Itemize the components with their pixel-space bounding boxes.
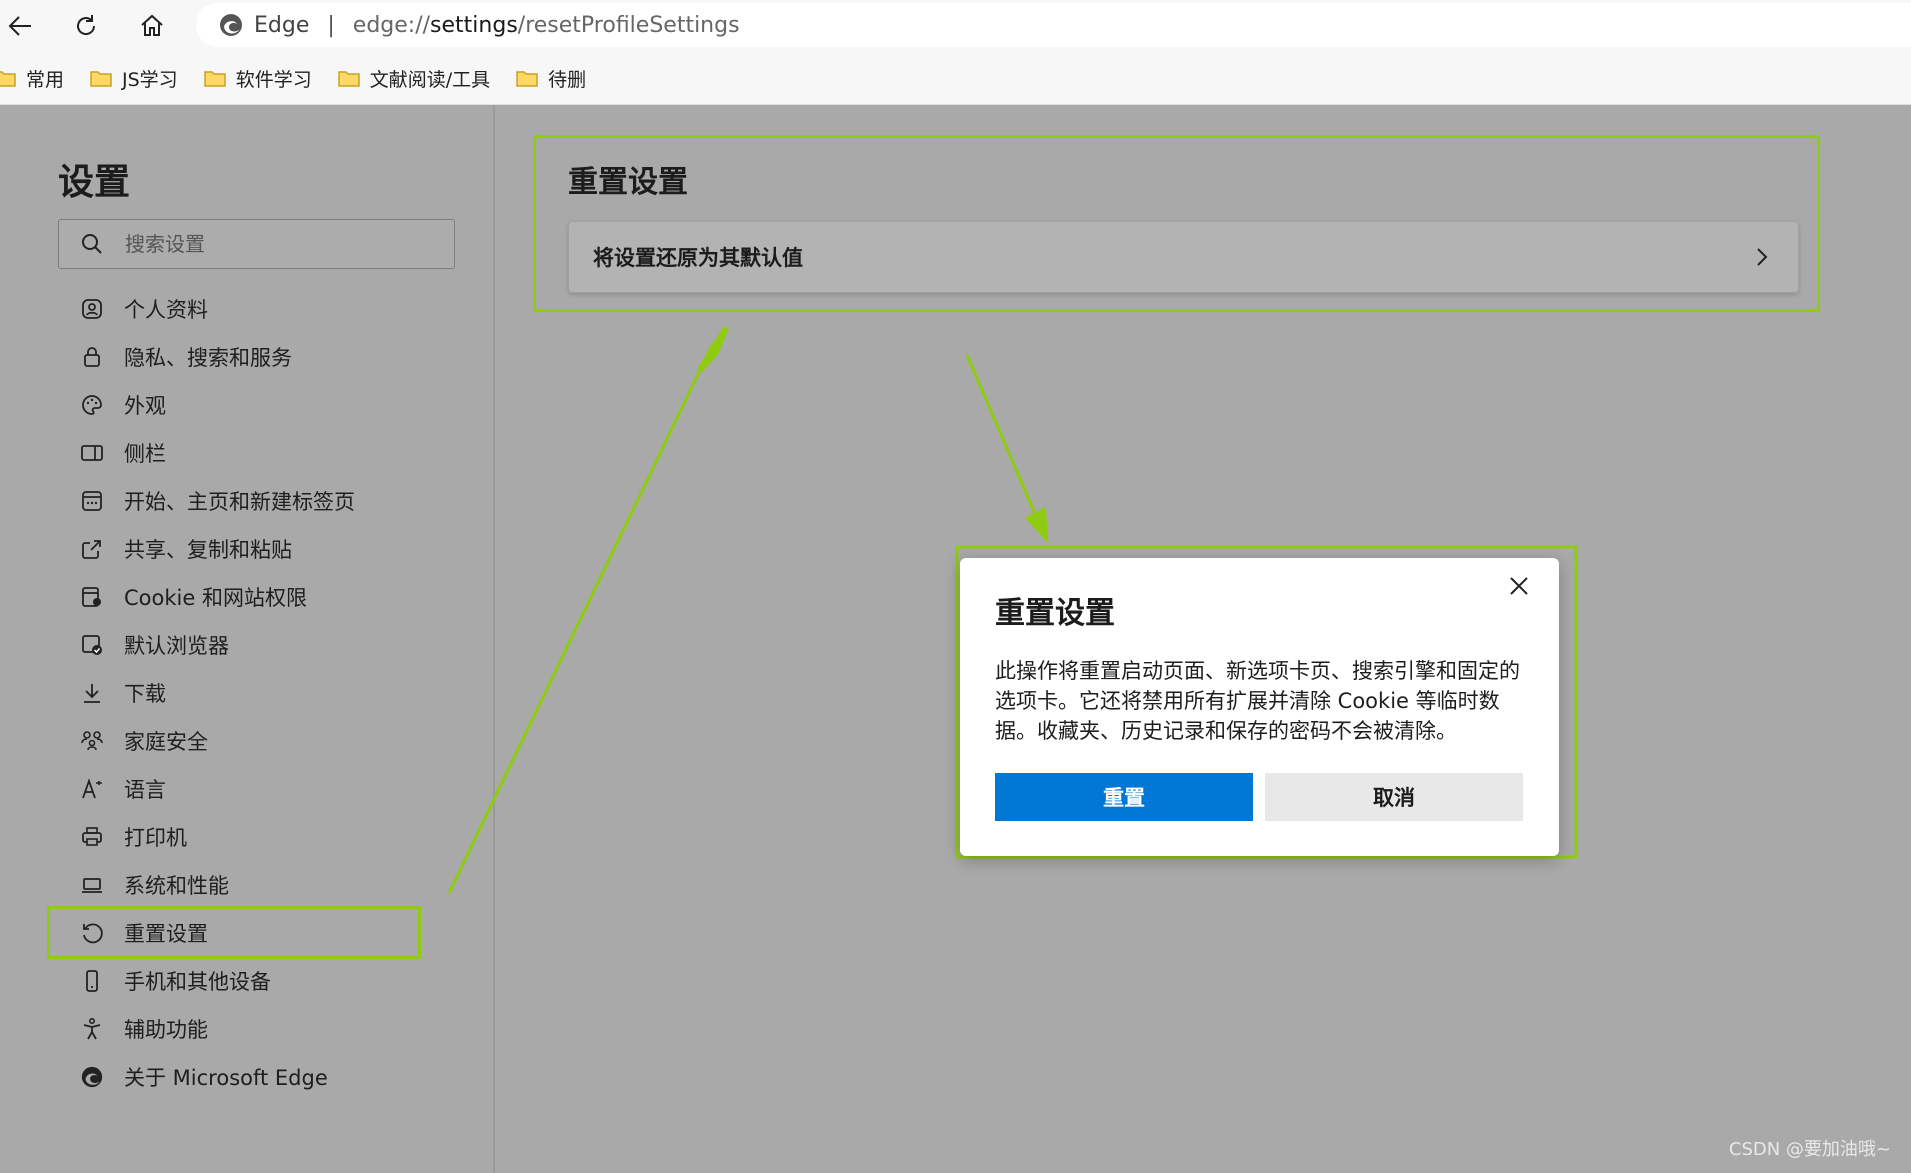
url-scheme: edge:// [352, 12, 431, 38]
sidebar-item-label: 语言 [124, 778, 166, 802]
favorite-label: JS学习 [122, 68, 178, 91]
close-icon [1510, 577, 1528, 595]
folder-icon [203, 71, 226, 87]
home-button[interactable] [134, 8, 170, 44]
favorite-folder[interactable]: 软件学习 [203, 65, 312, 92]
folder-icon [0, 71, 16, 87]
sidebar-item-label: 系统和性能 [124, 874, 229, 898]
refresh-button[interactable] [68, 8, 104, 44]
sidebar-item-label: 手机和其他设备 [124, 970, 271, 994]
favorite-label: 待删 [548, 68, 587, 91]
sidebar-item-profile[interactable]: 个人资料 [78, 289, 208, 329]
default-browser-icon [78, 631, 106, 659]
sidebar-item-system-performance[interactable]: 系统和性能 [78, 865, 229, 905]
edge-logo-icon [78, 1063, 106, 1091]
sidebar-item-label: 关于 Microsoft Edge [124, 1066, 328, 1090]
search-settings-box[interactable] [58, 219, 455, 269]
sidebar-item-label: 个人资料 [124, 298, 208, 322]
favorite-label: 常用 [26, 68, 65, 91]
address-bar[interactable]: Edge | edge://settings/resetProfileSetti… [196, 3, 1911, 47]
sidebar-item-label: Cookie 和网站权限 [124, 586, 307, 610]
highlight-box-sidebar [47, 906, 421, 959]
lock-icon [78, 343, 106, 371]
settings-sidebar: 设置 个人资料 隐私、搜索和服务 外观 侧栏 开始、主页和新建标签页 共享、复制… [0, 105, 495, 1173]
browser-brand: Edge [254, 12, 310, 38]
sidebar-item-share-copy-paste[interactable]: 共享、复制和粘贴 [78, 529, 292, 569]
back-arrow-icon [8, 16, 31, 36]
sidebar-item-default-browser[interactable]: 默认浏览器 [78, 625, 229, 665]
share-icon [78, 535, 106, 563]
favorites-bar: 常用 JS学习 软件学习 文献阅读/工具 待删 [0, 52, 1911, 105]
laptop-icon [78, 871, 106, 899]
sidebar-item-label: 家庭安全 [124, 730, 208, 754]
folder-icon [337, 71, 360, 87]
favorite-folder[interactable]: 待删 [516, 65, 586, 92]
reset-dialog: 重置设置 此操作将重置启动页面、新选项卡页、搜索引擎和固定的选项卡。它还将禁用所… [960, 558, 1559, 856]
accessibility-icon [78, 1015, 106, 1043]
sidebar-item-label: 开始、主页和新建标签页 [124, 490, 355, 514]
cancel-button[interactable]: 取消 [1265, 773, 1523, 821]
close-button[interactable] [1501, 568, 1537, 604]
watermark: CSDN @要加油哦~ [1728, 1139, 1891, 1160]
sidebar-icon [78, 439, 106, 467]
phone-icon [78, 967, 106, 995]
sidebar-item-downloads[interactable]: 下载 [78, 673, 166, 713]
favorite-folder[interactable]: 文献阅读/工具 [337, 65, 491, 92]
newtab-icon [78, 487, 106, 515]
favorite-label: 文献阅读/工具 [369, 68, 491, 91]
favorite-folder[interactable]: JS学习 [90, 65, 178, 92]
url-host: settings [430, 12, 518, 38]
settings-title: 设置 [58, 162, 131, 203]
search-icon [82, 234, 102, 254]
folder-icon [516, 71, 538, 87]
sidebar-item-privacy[interactable]: 隐私、搜索和服务 [78, 337, 292, 377]
cookie-permissions-icon [78, 583, 106, 611]
sidebar-item-label: 下载 [124, 682, 166, 706]
dialog-message: 此操作将重置启动页面、新选项卡页、搜索引擎和固定的选项卡。它还将禁用所有扩展并清… [995, 659, 1520, 743]
folder-icon [90, 71, 112, 87]
profile-icon [78, 295, 106, 323]
reset-button[interactable]: 重置 [995, 773, 1253, 821]
dialog-title: 重置设置 [995, 596, 1115, 631]
url-path: /resetProfileSettings [517, 12, 740, 38]
download-icon [78, 679, 106, 707]
home-icon [141, 14, 163, 36]
favorite-folder[interactable]: 常用 [0, 65, 64, 92]
sidebar-item-about-edge[interactable]: 关于 Microsoft Edge [78, 1057, 328, 1097]
sidebar-item-label: 共享、复制和粘贴 [124, 538, 292, 562]
sidebar-item-sidebar[interactable]: 侧栏 [78, 433, 166, 473]
back-button[interactable] [2, 8, 38, 44]
refresh-icon [77, 15, 96, 35]
family-icon [78, 727, 106, 755]
sidebar-item-label: 辅助功能 [124, 1018, 208, 1042]
search-input[interactable] [123, 231, 427, 257]
sidebar-item-phone-devices[interactable]: 手机和其他设备 [78, 961, 271, 1001]
settings-page: 设置 个人资料 隐私、搜索和服务 外观 侧栏 开始、主页和新建标签页 共享、复制… [0, 105, 1911, 1173]
sidebar-item-start-home-newtab[interactable]: 开始、主页和新建标签页 [78, 481, 355, 521]
sidebar-item-label: 侧栏 [124, 442, 166, 466]
palette-icon [78, 391, 106, 419]
language-icon [78, 775, 106, 803]
sidebar-item-label: 打印机 [124, 826, 187, 850]
sidebar-item-label: 外观 [124, 394, 166, 418]
favorite-label: 软件学习 [235, 68, 312, 91]
address-separator: | [327, 12, 335, 38]
sidebar-item-accessibility[interactable]: 辅助功能 [78, 1009, 208, 1049]
sidebar-item-printers[interactable]: 打印机 [78, 817, 187, 857]
edge-logo-icon [220, 14, 242, 36]
sidebar-item-languages[interactable]: 语言 [78, 769, 166, 809]
sidebar-item-family-safety[interactable]: 家庭安全 [78, 721, 208, 761]
browser-toolbar: Edge | edge://settings/resetProfileSetti… [0, 0, 1911, 52]
sidebar-item-label: 默认浏览器 [124, 634, 229, 658]
sidebar-item-cookies-permissions[interactable]: Cookie 和网站权限 [78, 577, 307, 617]
sidebar-item-label: 隐私、搜索和服务 [124, 346, 292, 370]
sidebar-item-appearance[interactable]: 外观 [78, 385, 166, 425]
highlight-box-reset-section [533, 135, 1820, 312]
printer-icon [78, 823, 106, 851]
